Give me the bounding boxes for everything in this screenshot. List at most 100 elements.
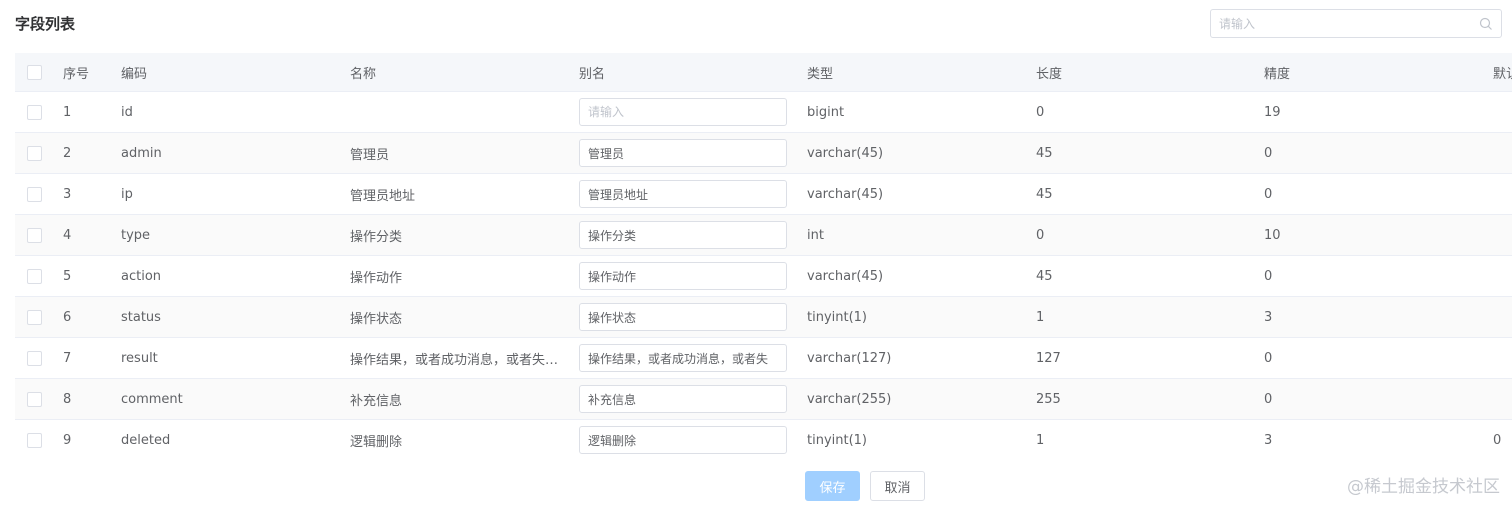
cell-index: 8	[53, 378, 111, 420]
cell-type: varchar(45)	[797, 173, 1026, 215]
table-row: 5 action 操作动作 varchar(45) 45 0	[15, 255, 1512, 297]
cell-code: ip	[111, 173, 340, 215]
cell-index: 9	[53, 419, 111, 457]
row-checkbox[interactable]	[26, 268, 42, 284]
row-checkbox-cell[interactable]	[15, 255, 53, 297]
cell-precision: 0	[1254, 378, 1483, 420]
alias-input[interactable]	[579, 426, 787, 454]
cell-index: 6	[53, 296, 111, 338]
cell-precision: 0	[1254, 132, 1483, 174]
cell-name: 操作状态	[340, 296, 569, 338]
row-checkbox[interactable]	[26, 227, 42, 243]
select-all-cell[interactable]	[15, 53, 53, 92]
select-all-checkbox[interactable]	[26, 64, 42, 80]
field-table: 序号 编码 名称 别名 类型 长度 精度 默认 1 id bigint 0 19	[15, 53, 1512, 457]
save-button[interactable]: 保存	[805, 471, 860, 501]
search-box[interactable]	[1210, 9, 1502, 38]
cell-length: 0	[1026, 91, 1254, 133]
alias-input[interactable]	[579, 262, 787, 290]
col-header-length: 长度	[1026, 53, 1254, 92]
table-row: 1 id bigint 0 19	[15, 91, 1512, 133]
cell-type: tinyint(1)	[797, 296, 1026, 338]
cell-alias	[569, 132, 797, 174]
alias-input[interactable]	[579, 139, 787, 167]
row-checkbox[interactable]	[26, 432, 42, 448]
cell-default	[1483, 255, 1512, 297]
alias-input[interactable]	[579, 221, 787, 249]
cell-name: 操作结果，或者成功消息，或者失…	[340, 337, 569, 379]
table-row: 9 deleted 逻辑删除 tinyint(1) 1 3 0	[15, 419, 1512, 457]
row-checkbox-cell[interactable]	[15, 337, 53, 379]
cell-code: result	[111, 337, 340, 379]
row-checkbox-cell[interactable]	[15, 296, 53, 338]
cell-type: varchar(45)	[797, 255, 1026, 297]
cell-index: 2	[53, 132, 111, 174]
cell-precision: 19	[1254, 91, 1483, 133]
col-header-index: 序号	[53, 53, 111, 92]
table-row: 3 ip 管理员地址 varchar(45) 45 0	[15, 173, 1512, 215]
cell-name: 补充信息	[340, 378, 569, 420]
row-checkbox-cell[interactable]	[15, 214, 53, 256]
cell-default	[1483, 214, 1512, 256]
cell-precision: 3	[1254, 419, 1483, 457]
search-input[interactable]	[1211, 10, 1469, 37]
col-header-alias: 别名	[569, 53, 797, 92]
row-checkbox[interactable]	[26, 145, 42, 161]
cell-precision: 0	[1254, 255, 1483, 297]
cell-alias	[569, 378, 797, 420]
cell-type: varchar(127)	[797, 337, 1026, 379]
cell-default: 0	[1483, 419, 1512, 457]
cell-length: 45	[1026, 173, 1254, 215]
cell-alias	[569, 255, 797, 297]
cell-length: 45	[1026, 132, 1254, 174]
cell-length: 1	[1026, 419, 1254, 457]
cell-index: 7	[53, 337, 111, 379]
col-header-precision: 精度	[1254, 53, 1483, 92]
row-checkbox[interactable]	[26, 104, 42, 120]
cell-length: 255	[1026, 378, 1254, 420]
alias-input[interactable]	[579, 98, 787, 126]
alias-input[interactable]	[579, 344, 787, 372]
row-checkbox[interactable]	[26, 186, 42, 202]
cell-alias	[569, 337, 797, 379]
alias-input[interactable]	[579, 303, 787, 331]
cell-default	[1483, 296, 1512, 338]
cell-code: admin	[111, 132, 340, 174]
cell-alias	[569, 419, 797, 457]
cell-alias	[569, 296, 797, 338]
cell-default	[1483, 337, 1512, 379]
search-icon[interactable]	[1479, 17, 1493, 31]
cell-default	[1483, 378, 1512, 420]
cell-code: id	[111, 91, 340, 133]
alias-input[interactable]	[579, 180, 787, 208]
row-checkbox[interactable]	[26, 309, 42, 325]
cell-name: 逻辑删除	[340, 419, 569, 457]
cell-alias	[569, 91, 797, 133]
row-checkbox-cell[interactable]	[15, 419, 53, 457]
cell-index: 5	[53, 255, 111, 297]
table-row: 2 admin 管理员 varchar(45) 45 0	[15, 132, 1512, 174]
alias-input[interactable]	[579, 385, 787, 413]
row-checkbox-cell[interactable]	[15, 378, 53, 420]
cell-name: 管理员地址	[340, 173, 569, 215]
row-checkbox[interactable]	[26, 350, 42, 366]
cell-code: action	[111, 255, 340, 297]
cell-index: 3	[53, 173, 111, 215]
cell-type: tinyint(1)	[797, 419, 1026, 457]
table-header-row: 序号 编码 名称 别名 类型 长度 精度 默认	[15, 53, 1512, 92]
row-checkbox-cell[interactable]	[15, 173, 53, 215]
table-row: 7 result 操作结果，或者成功消息，或者失… varchar(127) 1…	[15, 337, 1512, 379]
row-checkbox-cell[interactable]	[15, 91, 53, 133]
watermark: @稀土掘金技术社区	[1347, 477, 1500, 497]
cell-code: deleted	[111, 419, 340, 457]
cell-name	[340, 91, 569, 133]
table-row: 8 comment 补充信息 varchar(255) 255 0	[15, 378, 1512, 420]
table-row: 4 type 操作分类 int 0 10	[15, 214, 1512, 256]
col-header-type: 类型	[797, 53, 1026, 92]
row-checkbox-cell[interactable]	[15, 132, 53, 174]
cell-type: int	[797, 214, 1026, 256]
cell-alias	[569, 214, 797, 256]
cancel-button[interactable]: 取消	[870, 471, 925, 501]
cell-default	[1483, 91, 1512, 133]
row-checkbox[interactable]	[26, 391, 42, 407]
